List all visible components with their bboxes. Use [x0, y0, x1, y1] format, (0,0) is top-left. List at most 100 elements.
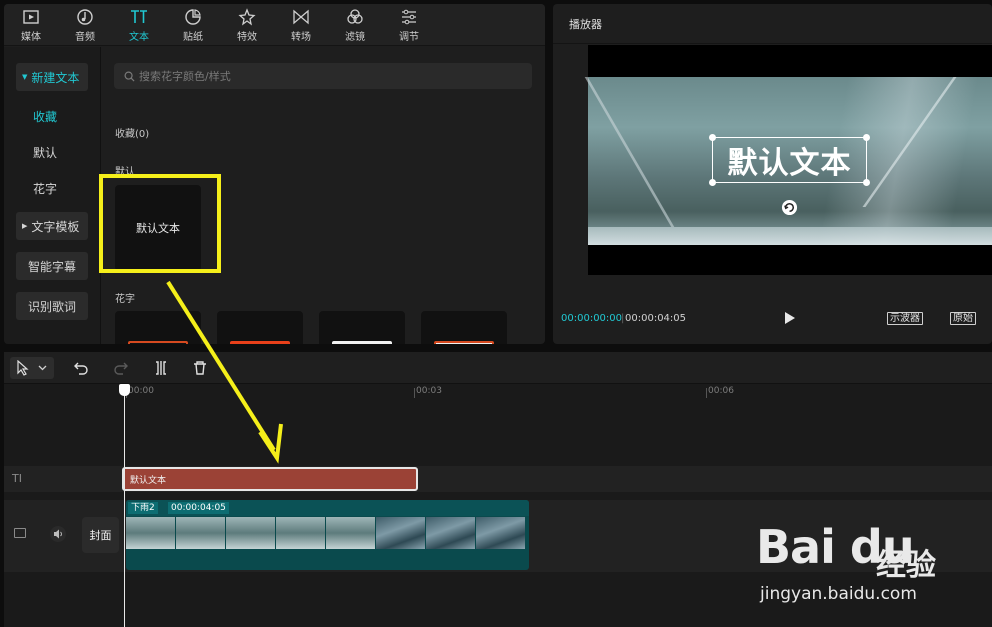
- tab-text[interactable]: 文本: [112, 4, 166, 46]
- sidebar-item-favorites[interactable]: 收藏: [16, 102, 88, 130]
- tab-audio[interactable]: 音频: [58, 4, 112, 46]
- sidebar-item-label: 新建文本: [31, 70, 80, 85]
- current-time: 00:00:00:00: [561, 313, 623, 324]
- sidebar-item-new-text[interactable]: ▼ 新建文本: [16, 63, 88, 91]
- adjust-icon: [400, 8, 418, 26]
- sidebar-item-auto-subtitle[interactable]: 智能字幕: [16, 252, 88, 280]
- huazi-preview: [128, 341, 188, 344]
- resize-handle[interactable]: [863, 134, 870, 141]
- video-clip-header: 下雨2 00:00:04:05: [126, 500, 529, 516]
- resize-handle[interactable]: [709, 134, 716, 141]
- trash-icon: [194, 361, 206, 375]
- huazi-style-card[interactable]: [115, 311, 201, 344]
- filter-icon: [346, 8, 364, 26]
- resize-handle[interactable]: [863, 179, 870, 186]
- tab-filter[interactable]: 滤镜: [328, 4, 382, 46]
- cover-button[interactable]: 封面: [82, 517, 119, 553]
- huazi-preview: [230, 341, 290, 344]
- redo-button[interactable]: [112, 359, 130, 377]
- effects-icon: [238, 7, 256, 26]
- expand-down-icon: ▼: [22, 73, 28, 81]
- playhead-line[interactable]: [124, 388, 125, 627]
- huazi-section-label: 花字: [115, 294, 135, 305]
- original-ratio-button[interactable]: 原始: [950, 312, 976, 325]
- huazi-style-card[interactable]: [319, 311, 405, 344]
- play-icon[interactable]: [784, 311, 796, 325]
- tab-text-label: 文本: [129, 31, 149, 43]
- category-toolbar: 媒体 音频 文本 贴纸 特效 转场 滤镜 调节: [4, 4, 545, 46]
- tab-effects-label: 特效: [237, 31, 257, 43]
- video-thumbnails: [126, 517, 529, 549]
- text-clip-label: 默认文本: [130, 475, 167, 486]
- player-title: 播放器: [569, 18, 602, 31]
- video-clip-duration: 00:00:04:05: [168, 502, 229, 514]
- player-panel: 播放器 默认文本 00:00:00:00 | 00:00:04:05 示波器 原…: [553, 4, 992, 344]
- search-input[interactable]: 搜索花字颜色/样式: [114, 63, 532, 89]
- ruler-label: 00:03: [416, 386, 442, 396]
- video-thumbnail: [126, 517, 176, 549]
- tab-sticker-label: 贴纸: [183, 31, 203, 43]
- tab-effects[interactable]: 特效: [220, 4, 274, 46]
- tab-audio-label: 音频: [75, 31, 95, 43]
- sidebar-item-label: 花字: [33, 181, 58, 196]
- select-tool-dropdown[interactable]: [10, 357, 54, 379]
- delete-button[interactable]: [191, 359, 209, 377]
- video-thumbnail: [426, 517, 476, 549]
- tab-sticker[interactable]: 贴纸: [166, 4, 220, 46]
- sidebar-item-huazi[interactable]: 花字: [16, 174, 88, 202]
- time-ruler[interactable]: 00:00 00:03 00:06: [4, 384, 992, 400]
- preview-screen[interactable]: 默认文本: [584, 45, 992, 275]
- video-clip[interactable]: 下雨2 00:00:04:05: [126, 500, 529, 570]
- expand-right-icon: ▶: [22, 222, 28, 230]
- sidebar-item-default[interactable]: 默认: [16, 138, 88, 166]
- watermark-url: jingyan.baidu.com: [760, 584, 917, 604]
- tab-filter-label: 滤镜: [345, 31, 365, 43]
- total-time: 00:00:04:05: [625, 313, 687, 324]
- timeline-toolbar: [4, 352, 992, 384]
- ruler-tick: [706, 388, 707, 398]
- sticker-icon: [184, 8, 202, 26]
- search-icon: [124, 71, 135, 82]
- speaker-icon[interactable]: [50, 526, 66, 542]
- tab-media[interactable]: 媒体: [4, 4, 58, 46]
- video-thumbnail: [276, 517, 326, 549]
- ruler-label: 00:00: [128, 386, 154, 396]
- tab-transition[interactable]: 转场: [274, 4, 328, 46]
- undo-icon: [74, 362, 88, 375]
- highlight-annotation-box: [99, 174, 221, 273]
- sidebar-item-label: 识别歌词: [27, 299, 76, 314]
- tab-transition-label: 转场: [291, 31, 311, 43]
- road-line: [584, 77, 675, 227]
- water-spray: [588, 227, 992, 245]
- favorites-section-label: 收藏(0): [115, 129, 150, 140]
- video-thumbnail: [476, 517, 526, 549]
- text-selection-box[interactable]: 默认文本: [709, 134, 870, 186]
- ruler-tick: [414, 388, 415, 398]
- video-thumbnail: [326, 517, 376, 549]
- resize-handle[interactable]: [709, 179, 716, 186]
- video-thumbnail: [176, 517, 226, 549]
- tab-adjust[interactable]: 调节: [382, 4, 436, 46]
- rotate-icon[interactable]: [781, 199, 798, 216]
- scope-button[interactable]: 示波器: [887, 312, 923, 325]
- split-button[interactable]: [152, 359, 170, 377]
- media-icon: [22, 8, 40, 26]
- tab-media-label: 媒体: [21, 31, 41, 43]
- huazi-preview: [434, 341, 494, 344]
- sidebar-item-label: 智能字幕: [27, 259, 76, 274]
- sidebar-item-lyrics[interactable]: 识别歌词: [16, 292, 88, 320]
- video-track-icon: [14, 528, 26, 538]
- undo-button[interactable]: [72, 359, 90, 377]
- baidu-watermark: Bai du 经验 jingyan.baidu.com: [756, 520, 986, 620]
- text-clip[interactable]: 默认文本: [122, 467, 418, 491]
- playhead-handle[interactable]: [119, 384, 130, 396]
- redo-icon: [114, 362, 128, 375]
- player-header: [553, 4, 992, 44]
- time-separator: |: [621, 313, 625, 324]
- sidebar-item-text-template[interactable]: ▶ 文字模板: [16, 212, 88, 240]
- huazi-style-card[interactable]: [217, 311, 303, 344]
- huazi-style-card[interactable]: [421, 311, 507, 344]
- overlay-text: 默认文本: [727, 146, 852, 181]
- video-thumbnail: [226, 517, 276, 549]
- resource-panel: 媒体 音频 文本 贴纸 特效 转场 滤镜 调节 ▼ 新建文本 收藏 默认 花字 …: [4, 4, 545, 344]
